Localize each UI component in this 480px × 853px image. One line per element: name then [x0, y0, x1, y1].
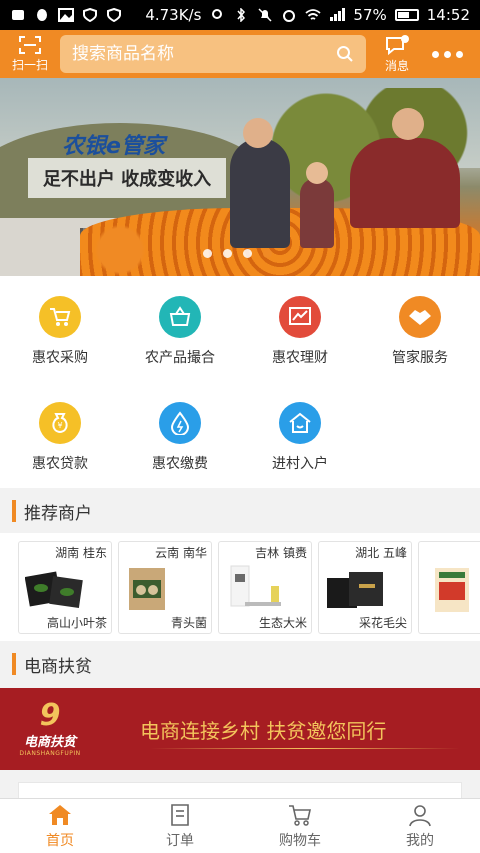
carousel-dot[interactable]: [203, 249, 212, 258]
mushroom-product-image: [129, 568, 165, 610]
merchant-card[interactable]: 云南 南华 青头菌: [118, 541, 212, 634]
home-icon: [49, 804, 71, 825]
search-icon[interactable]: [336, 45, 354, 63]
more-dot: [431, 50, 439, 58]
battery-percent: 57%: [353, 6, 387, 24]
shield-icon: [83, 8, 97, 22]
chart-icon: [279, 296, 321, 338]
ecommerce-logo: 9 电商扶贫 DIANSHANGFUPIN: [19, 698, 81, 758]
mute-icon: [258, 8, 272, 22]
section-title: 电商扶贫: [24, 656, 92, 677]
wifi-icon: [305, 9, 322, 20]
category-finance[interactable]: 惠农理财: [240, 276, 360, 382]
category-service[interactable]: 管家服务: [360, 276, 480, 382]
search-bar[interactable]: [60, 35, 366, 73]
clock: 14:52: [426, 6, 470, 24]
top-header: 扫一扫 消息: [0, 30, 480, 78]
search-input[interactable]: [72, 44, 336, 64]
nav-cart[interactable]: 购物车: [240, 799, 360, 853]
tea-product-image: [25, 571, 83, 608]
promo-carousel[interactable]: 农银e管家 足不出户 收成变收入: [0, 78, 480, 276]
logo-mark: 9: [39, 698, 61, 733]
scan-button[interactable]: 扫一扫: [0, 35, 60, 73]
category-loan[interactable]: ¥ 惠农贷款: [0, 382, 120, 488]
section-recommended: 推荐商户: [0, 490, 480, 532]
user-icon: [409, 804, 431, 826]
banner-slogan: 足不出户 收成变收入: [28, 158, 226, 198]
handshake-icon: [399, 296, 441, 338]
cart-icon: [289, 804, 311, 826]
nav-orders[interactable]: 订单: [120, 799, 240, 853]
shield-icon: [107, 8, 121, 22]
location-icon: [212, 9, 223, 19]
image-icon: [58, 8, 74, 22]
water-drop-icon: [159, 402, 201, 444]
cart-icon: [39, 296, 81, 338]
merchant-card[interactable]: 湖北 五峰 采花毛尖: [318, 541, 412, 634]
section-title: 推荐商户: [24, 503, 92, 524]
message-label: 消息: [384, 58, 409, 73]
category-village[interactable]: 进村入户: [240, 382, 360, 488]
money-bag-icon: ¥: [39, 402, 81, 444]
merchant-card[interactable]: 重庆 野生: [418, 541, 480, 634]
network-speed: 4.73K/s: [145, 6, 202, 24]
nav-home[interactable]: 首页: [0, 799, 120, 853]
category-purchase[interactable]: 惠农采购: [0, 276, 120, 382]
house-icon: [279, 402, 321, 444]
more-menu-button[interactable]: [422, 50, 472, 58]
category-payment[interactable]: 惠农缴费: [120, 382, 240, 488]
order-icon: [171, 803, 189, 826]
rice-product-image: [230, 565, 281, 607]
merchant-card[interactable]: 吉林 镇赉 生态大米: [218, 541, 312, 634]
message-button[interactable]: 消息: [372, 34, 422, 74]
scan-icon: [19, 35, 41, 54]
signal-icon: [330, 8, 346, 21]
merchant-list[interactable]: 湖南 桂东 高山小叶茶 云南 南华 青头菌 吉林 镇赉 生态大米 湖北 五峰 采…: [0, 533, 480, 641]
merchant-card[interactable]: 湖南 桂东 高山小叶茶: [18, 541, 112, 634]
basket-icon: [159, 296, 201, 338]
tea-box-image: [327, 572, 383, 608]
bluetooth-icon: [237, 8, 246, 22]
carousel-dot-active[interactable]: [263, 249, 272, 258]
scan-label: 扫一扫: [11, 57, 48, 72]
carousel-dot[interactable]: [243, 249, 252, 258]
snack-product-image: [435, 568, 469, 612]
nav-profile[interactable]: 我的: [360, 799, 480, 853]
section-ecommerce: 电商扶贫: [0, 643, 480, 685]
qq-icon: [37, 9, 47, 21]
category-grid: 惠农采购 农产品撮合 惠农理财 管家服务 ¥ 惠农贷款 惠农缴费 进村入户: [0, 276, 480, 488]
battery-icon: [394, 9, 419, 21]
bottom-nav: 首页 订单 购物车 我的: [0, 798, 480, 853]
category-matching[interactable]: 农产品撮合: [120, 276, 240, 382]
android-icon: [12, 10, 24, 20]
carousel-indicator: [203, 249, 272, 258]
more-dot: [443, 50, 451, 58]
banner-logo: 农银e管家: [62, 134, 165, 159]
status-bar: 4.73K/s 57% 14:52: [0, 0, 480, 30]
promo-slogan: 电商连接乡村 扶贫邀您同行: [140, 718, 387, 743]
content-card-peek: [18, 782, 462, 798]
alarm-icon: [283, 10, 296, 22]
carousel-dot[interactable]: [223, 249, 232, 258]
message-icon: [386, 34, 409, 55]
notification-icons: [10, 8, 122, 22]
poverty-alleviation-banner[interactable]: 9 电商扶贫 DIANSHANGFUPIN 电商连接乡村 扶贫邀您同行: [0, 688, 480, 770]
more-dot: [455, 50, 463, 58]
svg-text:¥: ¥: [57, 421, 62, 430]
